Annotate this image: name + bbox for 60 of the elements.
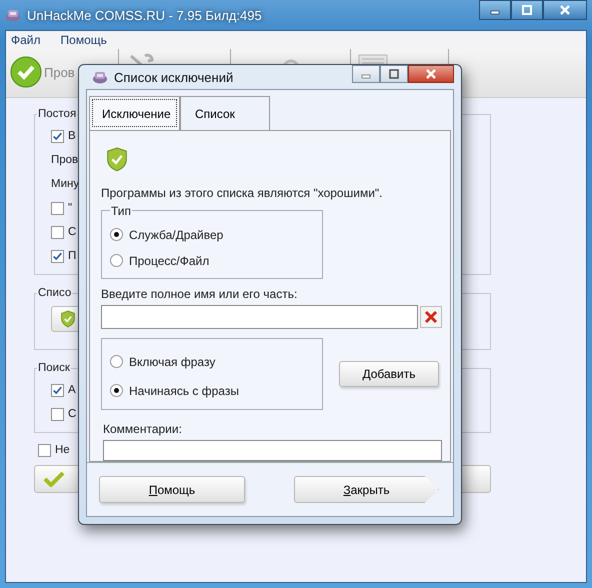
group-title: Списо [37, 287, 72, 299]
name-label: Введите полное имя или его часть: [101, 286, 298, 301]
radio-button[interactable] [110, 384, 123, 398]
maximize-icon [388, 69, 400, 79]
checkbox[interactable] [38, 444, 51, 456]
radio-button[interactable] [110, 254, 123, 268]
close-button[interactable] [408, 65, 454, 83]
comment-field[interactable] [103, 440, 442, 461]
radio-label: Служба/Драйвер [129, 228, 224, 242]
description-text: Программы из этого списка являются "хорошими". [101, 186, 382, 200]
group-title: Тип [110, 204, 132, 218]
checkbox-label: Не [55, 444, 70, 456]
check-icon [43, 471, 65, 487]
minimize-button[interactable] [352, 65, 380, 83]
close-dialog-button[interactable]: Закрыть [294, 476, 439, 503]
checkbox-label: П [68, 250, 76, 262]
setting-label: Пров [51, 154, 78, 166]
close-button[interactable] [543, 0, 587, 20]
checkbox[interactable] [51, 250, 64, 262]
checkbox-label: С [68, 226, 76, 238]
toolbar-label: Пров [44, 64, 75, 80]
checkbox[interactable] [51, 130, 64, 142]
checkbox-label: С [68, 408, 76, 420]
comment-label: Комментарии: [103, 422, 182, 436]
window-title: UnHackMe COMSS.RU - 7.95 Билд:495 [27, 8, 262, 22]
app-icon [92, 70, 108, 84]
shield-check-icon [60, 310, 76, 328]
add-button[interactable]: Добавить [339, 360, 439, 387]
radio-label: Процесс/Файл [129, 254, 210, 268]
checkbox-label: В [68, 130, 76, 142]
checkbox[interactable] [51, 226, 64, 238]
check-circle-icon [10, 56, 42, 88]
tab[interactable]: Исключение [89, 96, 180, 130]
menu-item[interactable]: Файл [11, 33, 41, 47]
radio-button[interactable] [110, 355, 123, 368]
checkbox-label: " [68, 202, 72, 214]
menu-item[interactable]: Помощь [60, 33, 107, 47]
clear-icon [424, 310, 438, 324]
group-title: Постоя [37, 108, 78, 120]
name-field[interactable] [101, 304, 418, 329]
maximize-button[interactable] [380, 65, 408, 83]
group-title: Поиск [37, 362, 71, 374]
checkbox[interactable] [51, 408, 64, 420]
minimize-button[interactable] [479, 0, 511, 20]
checkbox-label: А [68, 384, 76, 396]
app-icon [5, 8, 21, 22]
checkbox[interactable] [51, 384, 64, 396]
maximize-button[interactable] [511, 0, 543, 20]
close-icon [425, 69, 437, 79]
radio-label: Включая фразу [129, 354, 216, 369]
checkbox[interactable] [51, 202, 64, 214]
tab[interactable]: Список [180, 96, 270, 130]
close-icon [559, 5, 571, 15]
radio-label: Начинаясь с фразы [129, 384, 239, 398]
setting-label: Мину [51, 178, 80, 190]
radio-button[interactable] [110, 228, 123, 242]
help-button[interactable]: Помощь [99, 476, 245, 503]
shield-check-icon [105, 147, 129, 172]
maximize-icon [521, 5, 533, 15]
clear-button[interactable] [420, 306, 442, 328]
